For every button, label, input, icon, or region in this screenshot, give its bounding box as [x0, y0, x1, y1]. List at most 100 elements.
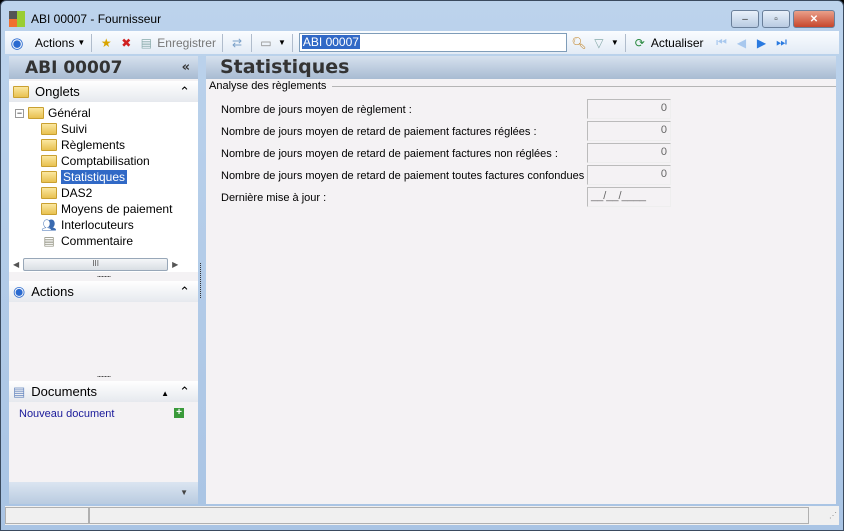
- previous-record-icon[interactable]: ◀: [734, 35, 750, 51]
- status-bar: ⋰: [5, 506, 839, 525]
- minimize-button[interactable]: –: [731, 10, 759, 28]
- window-title: ABI 00007 - Fournisseur: [31, 12, 162, 26]
- filter-icon[interactable]: ▽: [591, 35, 607, 51]
- close-button[interactable]: ✕: [793, 10, 835, 28]
- tree-item-general[interactable]: − Général: [15, 105, 198, 121]
- save-icon: ▤: [140, 35, 152, 50]
- tree-item-moyens-de-paiement[interactable]: Moyens de paiement: [15, 201, 198, 217]
- tree-item-label: Commentaire: [61, 234, 134, 248]
- tree-item-statistiques[interactable]: Statistiques: [15, 169, 198, 185]
- folder-icon: [41, 155, 57, 167]
- onglets-header[interactable]: Onglets ⌃: [9, 81, 198, 102]
- application-window: ABI 00007 - Fournisseur – ▫ ✕ ◉ Actions ▼…: [0, 0, 844, 531]
- refresh-label: Actualiser: [650, 35, 704, 50]
- tree-item-label: Général: [48, 106, 91, 120]
- save-button[interactable]: ▤ Enregistrer: [138, 35, 216, 51]
- avg-delay-unpaid-field[interactable]: 0: [587, 143, 671, 163]
- documents-label: Documents: [31, 384, 98, 399]
- page-title: Statistiques: [206, 56, 836, 79]
- scroll-up-icon[interactable]: ▲: [161, 389, 169, 398]
- target-icon[interactable]: ◉: [9, 35, 25, 52]
- splitter-handle[interactable]: .........: [9, 370, 198, 381]
- collapse-panel-button[interactable]: «: [182, 60, 190, 75]
- vertical-splitter[interactable]: [200, 263, 201, 298]
- folder-icon: [41, 123, 57, 135]
- status-cell: [89, 507, 809, 524]
- main-panel: Statistiques Analyse des règlements Nomb…: [206, 56, 836, 504]
- search-value: ABI 00007: [301, 35, 360, 49]
- avg-payment-days-field[interactable]: 0: [587, 99, 671, 119]
- actions-label: Actions: [35, 35, 75, 50]
- last-record-icon[interactable]: ⏭: [774, 35, 790, 51]
- chevron-down-icon: ▼: [77, 38, 86, 47]
- tree-item-comptabilisation[interactable]: Comptabilisation: [15, 153, 198, 169]
- tree-item-suivi[interactable]: Suivi: [15, 121, 198, 137]
- tab-tree: − Général Suivi Règlements Comptabilisati…: [9, 102, 198, 257]
- scroll-left-icon[interactable]: ◀: [13, 260, 19, 269]
- tree-item-commentaire[interactable]: ▤ Commentaire: [15, 233, 198, 249]
- avg-delay-paid-field[interactable]: 0: [587, 121, 671, 141]
- search-input[interactable]: ABI 00007: [298, 33, 567, 52]
- field-label: Dernière mise à jour :: [221, 192, 327, 204]
- documents-header[interactable]: ▤ Documents ▲ ⌃: [9, 381, 198, 402]
- actions-header[interactable]: ◉ Actions ⌃: [9, 281, 198, 302]
- document-icon: ▤: [13, 383, 26, 399]
- new-document-link[interactable]: Nouveau document: [19, 408, 114, 420]
- avg-delay-all-field[interactable]: 0: [587, 165, 671, 185]
- add-icon[interactable]: +: [174, 408, 184, 418]
- folder-icon: [28, 107, 44, 119]
- save-label: Enregistrer: [157, 35, 216, 50]
- collapse-onglets-icon[interactable]: ⌃: [179, 84, 190, 100]
- scroll-thumb[interactable]: III: [23, 258, 169, 271]
- title-bar: ABI 00007 - Fournisseur: [9, 9, 161, 29]
- group-label: Analyse des règlements: [209, 80, 836, 92]
- record-title: ABI 00007: [25, 57, 123, 78]
- folder-icon: [41, 203, 57, 215]
- tree-item-reglements[interactable]: Règlements: [15, 137, 198, 153]
- filter-dropdown-icon[interactable]: ▼: [611, 38, 619, 47]
- field-label: Nombre de jours moyen de retard de paiem…: [221, 148, 558, 160]
- first-record-icon[interactable]: ⏮: [714, 35, 730, 51]
- field-label: Nombre de jours moyen de règlement :: [221, 104, 412, 116]
- tree-item-label: Moyens de paiement: [61, 202, 173, 216]
- tree-item-interlocuteurs[interactable]: 👥︎ Interlocuteurs: [15, 217, 198, 233]
- target-icon: ◉: [13, 283, 26, 299]
- folder-icon: [41, 139, 57, 151]
- new-icon[interactable]: ★: [98, 35, 114, 51]
- status-cell: [5, 507, 89, 524]
- actions-section-label: Actions: [31, 284, 74, 299]
- chevron-down-icon[interactable]: ▼: [180, 488, 188, 497]
- actions-menu-button[interactable]: Actions ▼: [35, 36, 85, 50]
- folder-icon: [13, 85, 29, 98]
- actions-body: [9, 302, 198, 372]
- group-title: Analyse des règlements: [209, 80, 327, 92]
- print-icon[interactable]: ▭: [258, 35, 274, 51]
- people-icon: 👥︎: [41, 218, 57, 232]
- delete-icon[interactable]: ✖: [118, 35, 134, 51]
- last-update-field[interactable]: __/__/____: [587, 187, 671, 207]
- tree-item-label: Comptabilisation: [61, 154, 150, 168]
- collapse-documents-icon[interactable]: ⌃: [179, 384, 190, 399]
- tree-item-label: Suivi: [61, 122, 88, 136]
- sync-icon[interactable]: ⇄: [229, 35, 245, 51]
- panel-footer: ▼: [9, 482, 198, 504]
- next-record-icon[interactable]: ▶: [754, 35, 770, 51]
- resize-grip-icon[interactable]: ⋰: [809, 507, 837, 524]
- maximize-button[interactable]: ▫: [762, 10, 790, 28]
- onglets-label: Onglets: [35, 84, 80, 99]
- refresh-button[interactable]: ⟳ Actualiser: [632, 35, 704, 51]
- toolbar: ◉ Actions ▼ ★ ✖ ▤ Enregistrer ⇄ ▭ ▼ ABI 00…: [5, 31, 839, 54]
- folder-icon: [41, 187, 57, 199]
- collapse-actions-icon[interactable]: ⌃: [179, 284, 190, 300]
- tree-item-das2[interactable]: DAS2: [15, 185, 198, 201]
- tree-item-label: DAS2: [61, 186, 93, 200]
- print-dropdown-icon[interactable]: ▼: [278, 38, 286, 47]
- open-folder-icon: [41, 171, 57, 183]
- search-icon[interactable]: 🔍︎: [571, 35, 587, 51]
- expand-icon[interactable]: −: [15, 108, 24, 118]
- tree-item-label: Statistiques: [61, 170, 128, 184]
- refresh-icon: ⟳: [634, 35, 645, 50]
- field-label: Nombre de jours moyen de retard de paiem…: [221, 126, 537, 138]
- splitter-handle[interactable]: .........: [9, 270, 198, 281]
- scroll-right-icon[interactable]: ▶: [172, 260, 178, 269]
